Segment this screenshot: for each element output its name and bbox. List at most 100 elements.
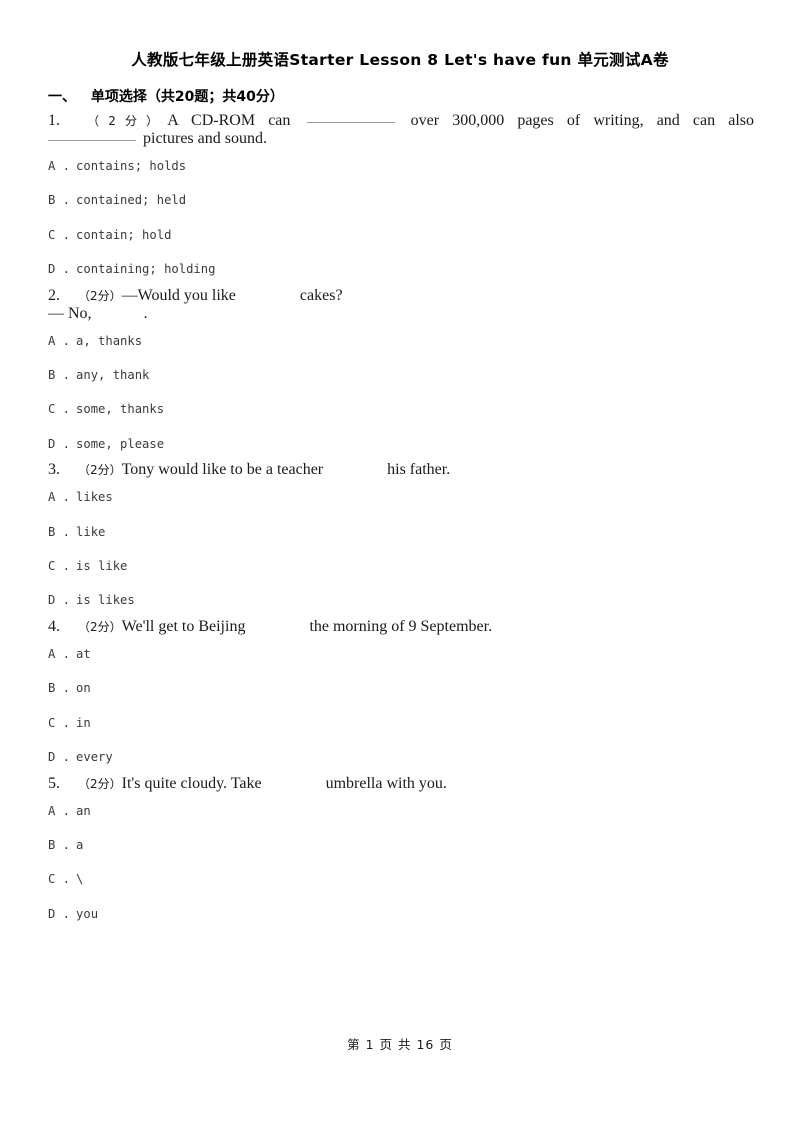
option-text: a (76, 837, 84, 852)
question-4-option-d[interactable]: D . every (48, 740, 754, 774)
option-letter: C . (48, 559, 71, 574)
question-1-text-f: pages (517, 112, 554, 129)
page-title: 人教版七年级上册英语Starter Lesson 8 Let's have fu… (48, 48, 752, 70)
question-1-option-d[interactable]: D . containing; holding (48, 252, 754, 286)
question-3-option-d[interactable]: D . is likes (48, 583, 754, 617)
option-letter: A . (48, 646, 71, 661)
option-text: on (76, 681, 91, 696)
option-text: a, thanks (76, 333, 143, 348)
question-1-text-k: also (728, 112, 755, 129)
question-3-option-b[interactable]: B . like (48, 515, 754, 549)
question-3-option-c[interactable]: C . is like (48, 549, 754, 583)
option-letter: B . (48, 681, 71, 696)
question-2-stem: 2. （2分）—Would you like cakes? — No, . (48, 287, 754, 324)
question-2-reply-before: — No, (48, 304, 92, 322)
option-text: like (76, 524, 106, 539)
question-2-line-2: — No, . (48, 305, 754, 323)
question-2-score: （2分） (78, 288, 122, 303)
question-2-option-a[interactable]: A . a, thanks (48, 324, 754, 358)
option-text: an (76, 803, 91, 818)
question-1-option-b[interactable]: B . contained; held (48, 183, 754, 217)
option-letter: D . (48, 906, 71, 921)
question-1-text-j: can (692, 112, 716, 129)
option-letter: A . (48, 803, 71, 818)
question-2-reply-after: . (143, 304, 148, 322)
question-4-option-c[interactable]: C . in (48, 706, 754, 740)
option-letter: D . (48, 436, 71, 451)
question-2-option-b[interactable]: B . any, thank (48, 358, 754, 392)
question-4-number: 4. (48, 617, 60, 635)
question-1-text-a: A (167, 112, 178, 129)
question-1-blank-1[interactable] (306, 122, 395, 123)
option-text: some, please (76, 436, 165, 451)
page-title-text: 人教版七年级上册英语Starter Lesson 8 Let's have fu… (131, 51, 669, 69)
option-letter: B . (48, 524, 71, 539)
question-2-number: 2. (48, 286, 60, 304)
option-letter: C . (48, 715, 71, 730)
option-text: contain; hold (76, 227, 172, 242)
option-letter: B . (48, 837, 71, 852)
question-4-text-after: the morning of 9 September. (309, 617, 493, 635)
option-text: some, thanks (76, 402, 165, 417)
option-letter: D . (48, 262, 71, 277)
question-1-text-tail: pictures and sound. (143, 130, 267, 147)
question-3-number: 3. (48, 461, 60, 479)
option-text: is likes (76, 593, 135, 608)
question-3-text-after: his father. (387, 461, 451, 479)
question-2-line-1: 2. （2分）—Would you like cakes? (48, 287, 754, 305)
question-1-text-h: writing, (593, 112, 644, 129)
question-2-text-before: —Would you like (121, 286, 236, 304)
question-3-option-a[interactable]: A . likes (48, 480, 754, 514)
question-4-stem: 4. （2分）We'll get to Beijing the morning o… (48, 618, 754, 637)
question-4-score: （2分） (78, 619, 122, 634)
page-number-label: 第 1 页 共 16 页 (347, 1037, 453, 1052)
option-text: in (76, 715, 91, 730)
question-3-stem: 3. （2分）Tony would like to be a teacher hi… (48, 461, 754, 480)
question-1-option-a[interactable]: A . contains; holds (48, 149, 754, 183)
question-2: 2. （2分）—Would you like cakes? — No, . A .… (48, 287, 754, 462)
option-text: contains; holds (76, 159, 187, 173)
question-5: 5. （2分）It's quite cloudy. Take umbrella w… (48, 775, 754, 932)
question-4-option-a[interactable]: A . at (48, 637, 754, 671)
question-5-option-b[interactable]: B . a (48, 828, 754, 862)
option-text: every (76, 750, 113, 765)
option-letter: B . (48, 368, 71, 383)
question-4-option-b[interactable]: B . on (48, 671, 754, 705)
question-2-option-d[interactable]: D . some, please (48, 427, 754, 461)
question-1-line-2: pictures and sound. (48, 130, 754, 148)
question-5-text-before: It's quite cloudy. Take (121, 774, 262, 792)
page-footer: 第 1 页 共 16 页 (0, 1034, 800, 1053)
question-1-blank-2[interactable] (48, 140, 136, 141)
option-text: containing; holding (76, 262, 216, 277)
question-1-text-b: CD-ROM (191, 112, 256, 129)
question-1-option-c[interactable]: C . contain; hold (48, 218, 754, 252)
question-5-option-d[interactable]: D . you (48, 897, 754, 931)
section-name: 单项选择（共20题；共40分） (90, 89, 284, 105)
section-index: 一、 (48, 89, 76, 105)
option-text: any, thank (76, 368, 150, 383)
document-page: 人教版七年级上册英语Starter Lesson 8 Let's have fu… (0, 0, 800, 1132)
option-letter: C . (48, 402, 71, 417)
question-5-score: （2分） (78, 776, 122, 791)
question-1-text-i: and (656, 112, 680, 129)
section-header: 一、 单项选择（共20题；共40分） (48, 86, 284, 106)
option-text: is like (76, 559, 128, 574)
question-3-text-before: Tony would like to be a teacher (121, 461, 324, 479)
question-1-score: （2分） (78, 114, 168, 128)
question-4-line-1: 4. （2分）We'll get to Beijing the morning o… (48, 618, 754, 636)
question-5-line-1: 5. （2分）It's quite cloudy. Take umbrella w… (48, 775, 754, 793)
question-1-stem: 1. （2分）A CD-ROM can over 300,000 pages of… (48, 112, 754, 149)
question-5-option-c[interactable]: C . \ (48, 862, 754, 896)
option-text: at (76, 646, 91, 661)
question-5-text-after: umbrella with you. (325, 774, 447, 792)
option-letter: B . (48, 193, 71, 208)
question-2-option-c[interactable]: C . some, thanks (48, 392, 754, 426)
question-5-option-a[interactable]: A . an (48, 794, 754, 828)
option-text: \ (76, 872, 84, 887)
question-1-number: 1. (48, 112, 60, 129)
option-letter: C . (48, 872, 71, 887)
question-1-text-e: 300,000 (452, 112, 505, 129)
question-3: 3. （2分）Tony would like to be a teacher hi… (48, 461, 754, 618)
option-letter: A . (48, 159, 71, 173)
question-1-text-g: of (566, 112, 581, 129)
